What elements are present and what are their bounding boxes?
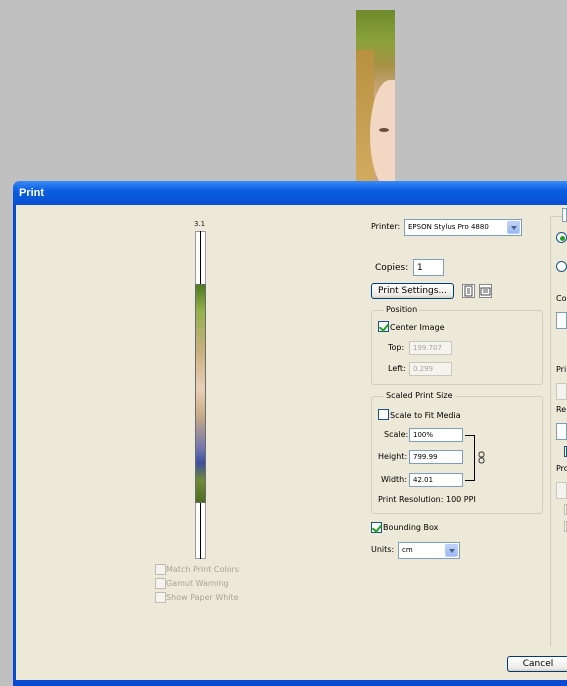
printer-label: Printer: [371, 222, 401, 231]
print-resolution-text: Print Resolution: 100 PPI [378, 495, 476, 504]
landscape-orientation-icon[interactable] [479, 284, 492, 298]
preview-bottom-guide [200, 503, 201, 559]
height-input[interactable]: 799.99 [409, 450, 463, 464]
cancel-button[interactable]: Cancel [507, 656, 567, 672]
gamut-warning-label: Gamut Warning [166, 579, 229, 588]
title-bar[interactable] [13, 181, 567, 205]
copies-label: Copies: [375, 263, 409, 273]
units-value: cm [402, 546, 413, 554]
scale-to-fit-media-label: Scale to Fit Media [390, 411, 461, 420]
units-select[interactable]: cm [398, 542, 460, 559]
scaled-print-size-title: Scaled Print Size [384, 391, 455, 400]
match-print-colors-label: Match Print Colors [166, 565, 239, 574]
printer-select[interactable]: EPSON Stylus Pro 4880 [404, 219, 522, 236]
gamut-warning-checkbox[interactable] [155, 578, 166, 589]
preview-top-guide [200, 231, 201, 284]
match-print-colors-checkbox[interactable] [155, 564, 166, 575]
copies-input[interactable]: 1 [413, 259, 444, 276]
units-label: Units: [371, 545, 395, 554]
bounding-box-label: Bounding Box [383, 523, 439, 532]
printer-profile-label: Pri [556, 365, 567, 374]
show-paper-white-label: Show Paper White [166, 593, 239, 602]
show-paper-white-checkbox[interactable] [155, 592, 166, 603]
width-input[interactable]: 42.01 [409, 473, 463, 487]
left-label: Left: [388, 364, 406, 373]
width-label: Width: [381, 475, 407, 484]
link-bracket-top [465, 435, 474, 436]
proof-setup-label: Pro [556, 464, 567, 473]
left-input[interactable]: 0.299 [409, 362, 452, 376]
printer-profile-select[interactable] [556, 383, 567, 400]
print-settings-button[interactable]: Print Settings... [371, 283, 454, 299]
center-image-checkbox[interactable] [378, 321, 389, 332]
rendering-intent-select[interactable] [556, 423, 567, 440]
rendering-intent-label: Re [556, 405, 567, 414]
printer-value: EPSON Stylus Pro 4880 [408, 223, 489, 231]
color-handling-label: Co [556, 294, 567, 303]
top-label: Top: [388, 343, 405, 352]
link-bracket-vertical [474, 435, 475, 481]
portrait-orientation-icon[interactable] [462, 284, 475, 298]
bounding-box-checkbox[interactable] [371, 522, 382, 533]
position-group-title: Position [384, 305, 420, 314]
right-panel-dropdown[interactable] [562, 208, 567, 222]
preview-size-label: 3.1 [194, 220, 206, 228]
scale-to-fit-media-checkbox[interactable] [378, 409, 389, 420]
dialog-title: Print [19, 187, 45, 199]
link-bracket-bottom [465, 480, 474, 481]
chain-link-icon[interactable] [478, 451, 486, 464]
height-label: Height: [378, 452, 408, 461]
center-image-label: Center Image [390, 323, 445, 332]
chevron-down-icon[interactable] [507, 221, 520, 234]
scale-input[interactable]: 100% [409, 428, 463, 442]
top-input[interactable]: 199.707 [409, 341, 452, 355]
color-handling-select[interactable] [556, 312, 567, 329]
print-preview-image[interactable] [195, 284, 206, 503]
chevron-down-icon[interactable] [445, 544, 458, 557]
proof-setup-select[interactable] [556, 482, 567, 499]
proof-radio[interactable] [556, 261, 567, 272]
document-radio[interactable] [556, 232, 567, 243]
scale-label: Scale: [384, 430, 409, 439]
background-photo [356, 10, 395, 182]
